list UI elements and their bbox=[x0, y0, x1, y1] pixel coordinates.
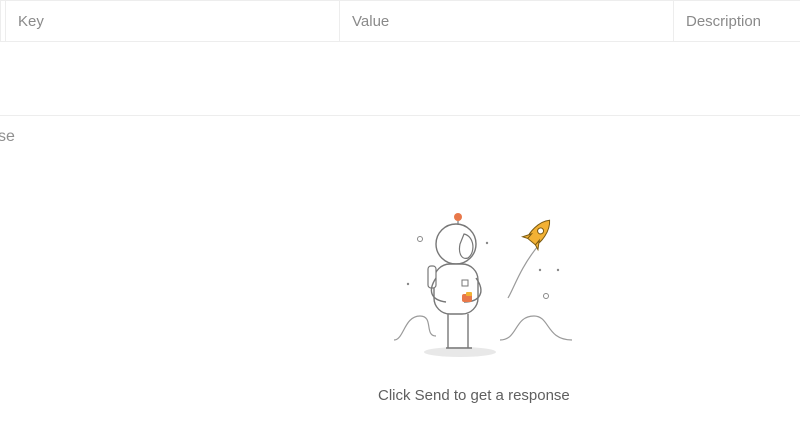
star-2 bbox=[485, 241, 489, 245]
response-section-title: se bbox=[0, 128, 15, 145]
ground-line-right bbox=[499, 315, 573, 341]
chest-panel bbox=[461, 279, 469, 287]
rocket-icon bbox=[521, 219, 551, 252]
empty-state-message: Click Send to get a response bbox=[378, 387, 570, 404]
column-header-value-label: Value bbox=[352, 12, 390, 30]
controller-light bbox=[466, 292, 472, 296]
column-header-description-label: Description bbox=[686, 12, 762, 30]
star-6 bbox=[556, 268, 560, 272]
request-response-panel: Key Value Description se Click Send to g… bbox=[0, 0, 800, 438]
star-4 bbox=[406, 282, 410, 286]
astronaut-rocket-illustration-icon bbox=[393, 213, 573, 357]
column-header-value: Value bbox=[340, 1, 674, 41]
star-5 bbox=[538, 268, 542, 272]
rocket-trail bbox=[507, 245, 539, 299]
body bbox=[433, 263, 479, 315]
star-1 bbox=[417, 236, 423, 242]
antenna-tip bbox=[454, 213, 462, 221]
column-header-key-label: Key bbox=[18, 12, 44, 30]
params-empty-row[interactable] bbox=[0, 42, 800, 116]
ground-line-left bbox=[393, 315, 437, 341]
column-header-key: Key bbox=[6, 1, 340, 41]
star-3 bbox=[543, 293, 549, 299]
params-table-header: Key Value Description bbox=[0, 0, 800, 42]
column-header-description: Description bbox=[674, 1, 800, 41]
